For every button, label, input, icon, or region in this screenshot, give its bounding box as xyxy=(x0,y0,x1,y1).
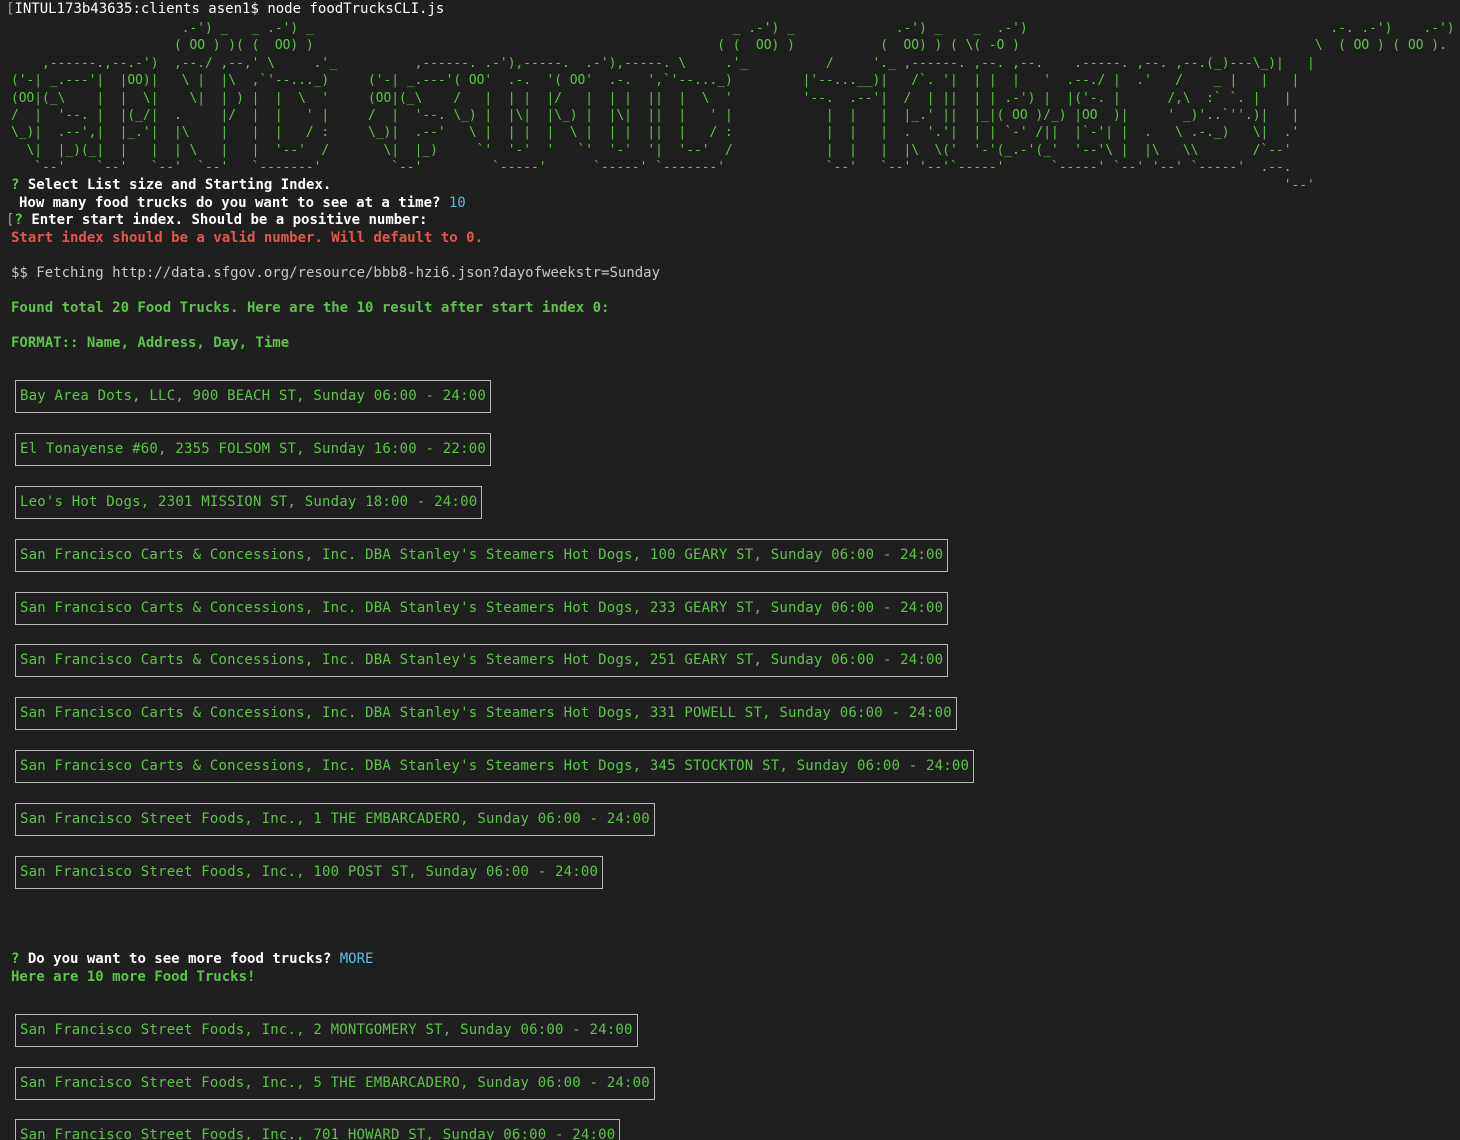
shell-prompt: INTUL173b43635:clients asen1$ xyxy=(14,1,259,17)
banner-ascii-art: .-') _ _ .-') _ _ .-') _ .-') _ _ .-') .… xyxy=(11,21,1455,193)
size-question: How many food trucks do you want to see … xyxy=(19,195,466,212)
found-summary: Found total 20 Food Trucks. Here are the… xyxy=(11,300,610,316)
result-row: San Francisco Street Foods, Inc., 2 MONT… xyxy=(15,1014,638,1047)
result-row: San Francisco Street Foods, Inc., 1 THE … xyxy=(15,803,655,836)
question-mark-icon: ? xyxy=(11,177,20,193)
more-answer[interactable]: MORE xyxy=(340,951,374,967)
result-row: San Francisco Street Foods, Inc., 701 HO… xyxy=(15,1119,621,1140)
more-message: Here are 10 more Food Trucks! xyxy=(11,969,256,985)
question-mark-icon: ? xyxy=(14,212,23,228)
more-question: ? Do you want to see more food trucks? M… xyxy=(11,951,373,968)
shell-prompt-line: [INTUL173b43635:clients asen1$ node food… xyxy=(6,1,444,18)
result-row: San Francisco Carts & Concessions, Inc. … xyxy=(15,697,957,730)
select-size-title-text: Select List size and Starting Index. xyxy=(27,177,332,193)
result-row: San Francisco Street Foods, Inc., 5 THE … xyxy=(15,1067,655,1100)
fetch-status: $$ Fetching http://data.sfgov.org/resour… xyxy=(11,265,661,281)
size-answer[interactable]: 10 xyxy=(449,195,466,211)
result-row: San Francisco Carts & Concessions, Inc. … xyxy=(15,592,949,625)
result-row: San Francisco Carts & Concessions, Inc. … xyxy=(15,539,949,572)
result-row: San Francisco Street Foods, Inc., 100 PO… xyxy=(15,856,604,889)
size-question-text: How many food trucks do you want to see … xyxy=(19,195,441,211)
more-question-text: Do you want to see more food trucks? xyxy=(27,951,332,967)
result-row: Bay Area Dots, LLC, 900 BEACH ST, Sunday… xyxy=(15,380,491,413)
index-question: [? Enter start index. Should be a positi… xyxy=(6,212,427,229)
question-mark-icon: ? xyxy=(11,951,20,967)
index-error: Start index should be a valid number. Wi… xyxy=(11,230,484,246)
result-row: Leo's Hot Dogs, 2301 MISSION ST, Sunday … xyxy=(15,486,483,519)
result-row: San Francisco Carts & Concessions, Inc. … xyxy=(15,750,975,783)
shell-command: node foodTrucksCLI.js xyxy=(267,1,445,17)
result-row: San Francisco Carts & Concessions, Inc. … xyxy=(15,644,949,677)
format-legend: FORMAT:: Name, Address, Day, Time xyxy=(11,335,290,351)
terminal-window[interactable]: [INTUL173b43635:clients asen1$ node food… xyxy=(0,0,1460,1140)
select-size-title: ? Select List size and Starting Index. xyxy=(11,177,331,194)
index-question-text: Enter start index. Should be a positive … xyxy=(31,212,428,228)
result-row: El Tonayense #60, 2355 FOLSOM ST, Sunday… xyxy=(15,433,491,466)
